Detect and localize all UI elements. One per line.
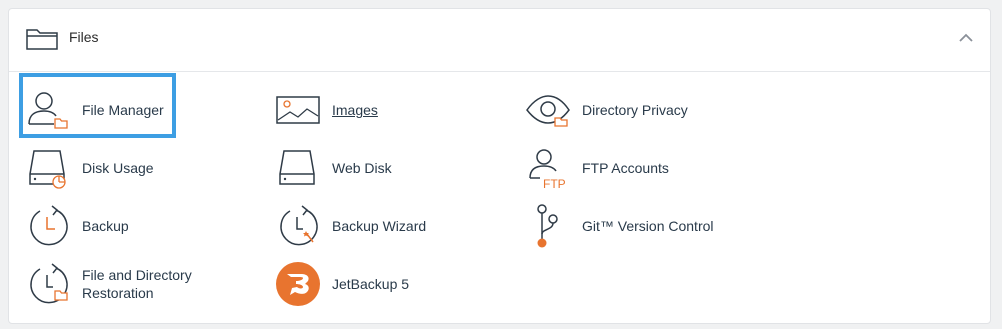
backup-wizard-icon	[276, 202, 322, 250]
git-version-control-link[interactable]: Git™ Version Control	[526, 202, 714, 250]
backup-label: Backup	[82, 218, 129, 234]
backup-link[interactable]: Backup	[26, 202, 129, 250]
chevron-up-icon[interactable]	[959, 33, 973, 42]
file-manager-label: File Manager	[82, 102, 164, 118]
ftp-accounts-icon: FTP	[526, 144, 572, 192]
backup-wizard-link[interactable]: Backup Wizard	[276, 202, 426, 250]
file-restoration-label-line1: File and Directory	[82, 267, 192, 283]
images-link[interactable]: Images	[276, 86, 378, 134]
jetbackup-label: JetBackup 5	[332, 276, 410, 292]
directory-privacy-icon	[526, 86, 572, 134]
ftp-icon-text: FTP	[543, 177, 566, 191]
images-label: Images	[332, 102, 378, 118]
backup-icon	[26, 202, 72, 250]
jetbackup-icon	[276, 260, 322, 308]
git-version-control-label: Git™ Version Control	[582, 218, 714, 234]
disk-usage-icon	[26, 144, 72, 192]
images-icon	[276, 86, 322, 134]
panel-header[interactable]: Files	[9, 9, 990, 72]
disk-usage-link[interactable]: Disk Usage	[26, 144, 154, 192]
folder-icon	[26, 28, 58, 50]
file-restoration-icon	[26, 260, 72, 308]
file-manager-link[interactable]: File Manager	[26, 86, 164, 134]
file-restoration-link[interactable]: File and Directory Restoration	[26, 260, 192, 308]
panel-title: Files	[69, 29, 99, 45]
web-disk-link[interactable]: Web Disk	[276, 144, 392, 192]
file-manager-icon	[26, 86, 72, 134]
web-disk-icon	[276, 144, 322, 192]
web-disk-label: Web Disk	[332, 160, 392, 176]
ftp-accounts-label: FTP Accounts	[582, 160, 669, 176]
jetbackup-link[interactable]: JetBackup 5	[276, 260, 409, 308]
ftp-accounts-link[interactable]: FTP FTP Accounts	[526, 144, 669, 192]
file-restoration-label: File and Directory Restoration	[82, 266, 192, 302]
backup-wizard-label: Backup Wizard	[332, 218, 427, 234]
directory-privacy-link[interactable]: Directory Privacy	[526, 86, 688, 134]
disk-usage-label: Disk Usage	[82, 160, 154, 176]
file-restoration-label-line2: Restoration	[82, 285, 154, 301]
git-version-control-icon	[526, 202, 572, 250]
directory-privacy-label: Directory Privacy	[582, 102, 688, 118]
